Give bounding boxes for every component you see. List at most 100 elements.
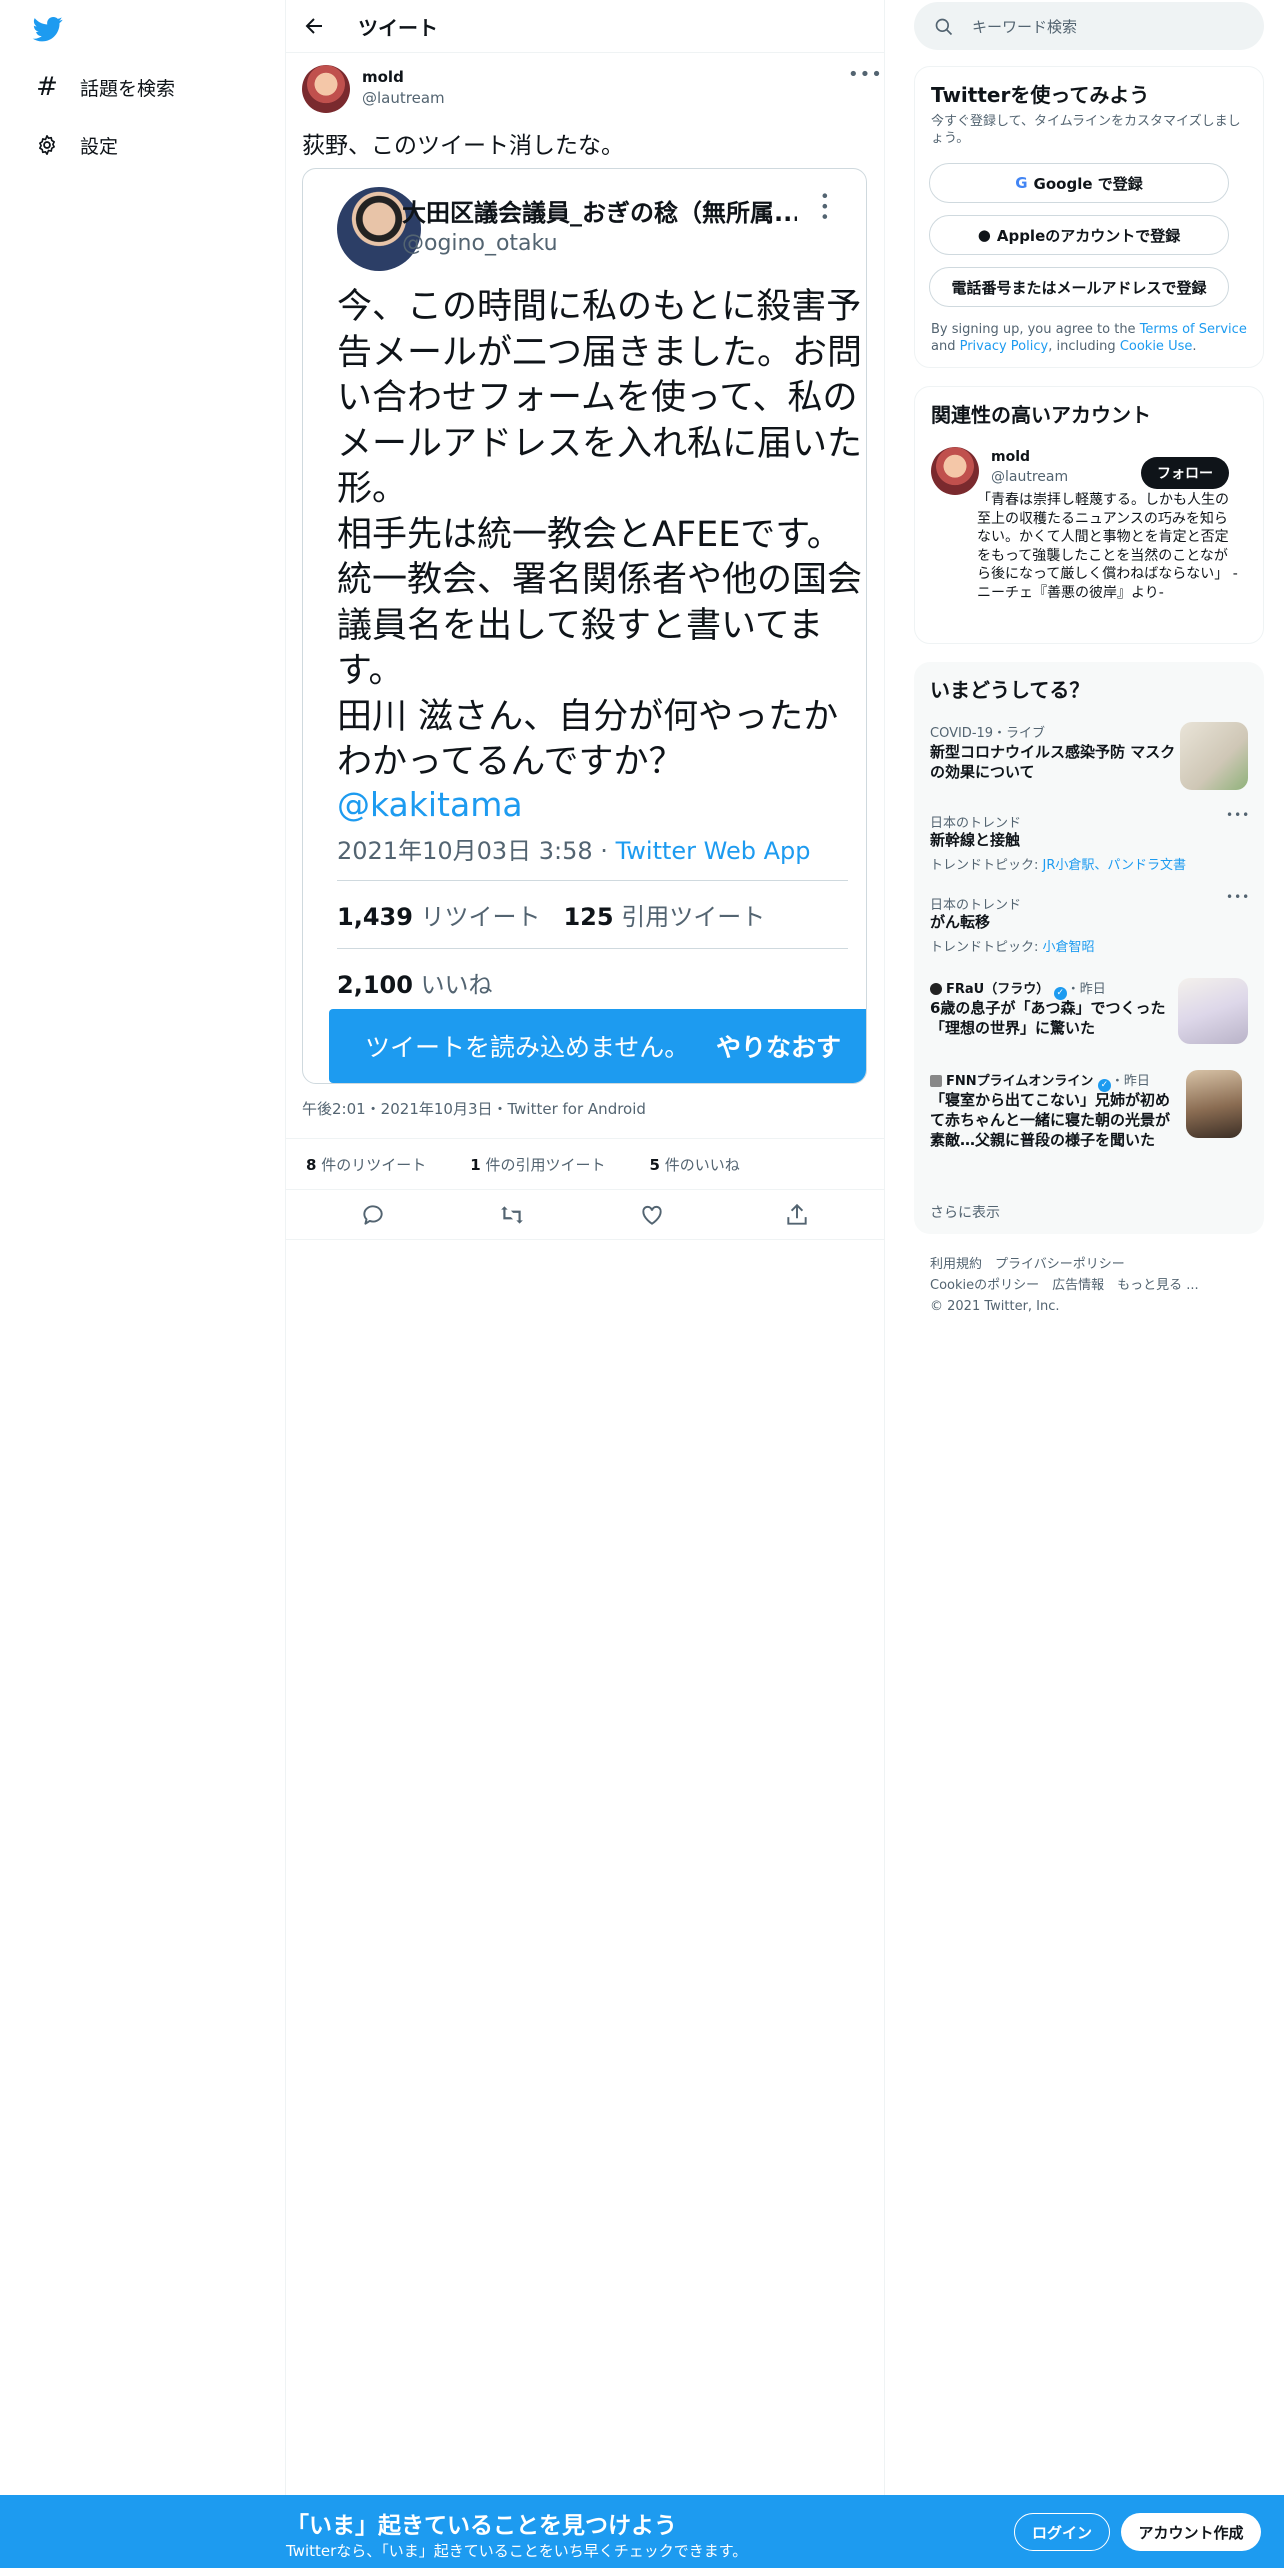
trends-card: いまどうしてる？ COVID-19・ライブ 新型コロナウイルス感染予防 マスクの… <box>914 662 1264 1234</box>
likes-stat[interactable]: 5 件のいいね <box>649 1154 761 1175</box>
terms-text: By signing up, you agree to the Terms of… <box>931 321 1251 355</box>
embedded-tweet[interactable]: 大田区議会議員_おぎの稔（無所属... ••• @ogino_otaku 今、こ… <box>302 168 867 1084</box>
trend-more-icon[interactable]: ••• <box>1226 890 1250 904</box>
quotes-stat[interactable]: 1 件の引用ツイート <box>470 1154 627 1175</box>
share-icon[interactable] <box>784 1202 810 1228</box>
embed-quotes-label: 引用ツイート <box>621 903 766 931</box>
footer-links-row[interactable]: 利用規約 プライバシーポリシー <box>930 1254 1199 1275</box>
embed-more-icon[interactable]: ••• <box>815 191 834 222</box>
quotes-label: 件の引用ツイート <box>485 1155 606 1174</box>
header: ツイート <box>286 0 885 53</box>
embed-likes: 2,100 いいね <box>337 965 493 1000</box>
bottom-bar-subtitle: Twitterなら、「いま」起きていることをいち早くチェックできます。 <box>286 2542 748 2560</box>
signup-card-title: Twitterを使ってみよう <box>931 83 1150 107</box>
hashtag-icon: # <box>36 72 58 102</box>
trend-source: FNNプライムオンライン ✓ ・昨日 <box>930 1070 1150 1092</box>
main-column: ツイート mold @lautream ••• 荻野、このツイート消したな。 大… <box>286 0 885 2568</box>
embed-mention-link[interactable]: @kakitama <box>337 785 523 824</box>
signup-button[interactable]: アカウント作成 <box>1121 2513 1261 2551</box>
terms-and: and <box>931 339 960 354</box>
embed-author-handle[interactable]: @ogino_otaku <box>402 231 558 256</box>
retweets-label: 件のリツイート <box>321 1155 427 1174</box>
trends-title: いまどうしてる？ <box>930 678 1090 702</box>
related-name[interactable]: mold <box>991 449 1030 465</box>
trend-source: FRaU（フラウ） ✓ ・昨日 <box>930 978 1106 1000</box>
trend-time: ・昨日 <box>1066 982 1106 997</box>
more-icon[interactable]: ••• <box>848 64 883 85</box>
embed-stats: 1,439 リツイート 125 引用ツイート <box>337 897 765 932</box>
trend-topics: トレンドトピック: 小倉智昭 <box>930 936 1095 955</box>
likes-count: 5 <box>649 1155 660 1174</box>
embed-body-line: 今、この時間に私のもとに殺害予告メールが二つ届きました。お問い合わせフォームを使… <box>337 287 863 509</box>
terms-end: . <box>1192 339 1197 354</box>
related-handle[interactable]: @lautream <box>991 469 1068 485</box>
login-button[interactable]: ログイン <box>1014 2513 1110 2551</box>
like-icon[interactable] <box>639 1202 665 1228</box>
embed-body-line: 田川 滋さん、自分が何やったかわかってるんですか？ <box>337 696 839 783</box>
embed-likes-count: 2,100 <box>337 971 413 999</box>
cookie-link[interactable]: Cookie Use <box>1120 339 1193 354</box>
trend-topic-link[interactable]: 小倉智昭 <box>1043 940 1095 955</box>
google-signup-button[interactable]: G Google で登録 <box>929 163 1229 203</box>
apple-signup-label: Appleのアカウントで登録 <box>996 226 1181 245</box>
embed-body: 今、この時間に私のもとに殺害予告メールが二つ届きました。お問い合わせフォームを使… <box>337 285 866 786</box>
embed-body-line: 相手先は統一教会とAFEEです。統一教会、署名関係者や他の国会議員名を出して殺す… <box>337 514 863 692</box>
trend-title: 6歳の息子が「あつ森」でつくった「理想の世界」に驚いた <box>930 999 1166 1037</box>
author-name[interactable]: mold <box>362 68 404 86</box>
sidebar-item-label: 話題を検索 <box>80 77 176 100</box>
trend-category: COVID-19・ライブ <box>930 726 1046 741</box>
footer-links-row[interactable]: Cookieのポリシー 広告情報 もっと見る ... <box>930 1275 1199 1296</box>
search-bar[interactable]: キーワード検索 <box>914 2 1264 50</box>
author-handle[interactable]: @lautream <box>362 89 445 107</box>
show-more-link[interactable]: さらに表示 <box>930 1202 1000 1222</box>
related-avatar[interactable] <box>931 447 979 495</box>
embed-likes-label: いいね <box>420 971 493 999</box>
embed-date: 2021年10月03日 3:58 · Twitter Web App <box>337 831 810 866</box>
trend-title: 「寝室から出てこない」兄姉が初めて赤ちゃんと一緒に寝た朝の光景が素敵…父親に普段… <box>930 1091 1171 1149</box>
avatar[interactable] <box>302 65 350 113</box>
retweets-count: 8 <box>306 1155 317 1174</box>
footer: 利用規約 プライバシーポリシー Cookieのポリシー 広告情報 もっと見る .… <box>930 1254 1199 1317</box>
trend-more-icon[interactable]: ••• <box>1226 808 1250 822</box>
terms-link[interactable]: Terms of Service <box>1140 322 1247 337</box>
bottom-bar-title: 「いま」起きていることを見つけよう <box>286 2513 677 2539</box>
divider <box>337 948 848 949</box>
embed-quotes-count: 125 <box>563 903 614 931</box>
related-accounts-card: 関連性の高いアカウント mold @lautream フォロー 「青春は崇拝し軽… <box>914 386 1264 644</box>
privacy-link[interactable]: Privacy Policy <box>960 339 1049 354</box>
phone-signup-button[interactable]: 電話番号またはメールアドレスで登録 <box>929 267 1229 307</box>
embed-retweets-label: リツイート <box>420 903 541 931</box>
tweet-text: 荻野、このツイート消したな。 <box>302 133 624 159</box>
apple-signup-button[interactable]: ● Appleのアカウントで登録 <box>929 215 1229 255</box>
reply-icon[interactable] <box>360 1202 386 1228</box>
phone-signup-label: 電話番号またはメールアドレスで登録 <box>951 278 1207 297</box>
related-bio: 「青春は崇拝し軽蔑する。しかも人生の至上の収穫たるニュアンスの巧みを知らない。か… <box>977 492 1238 601</box>
trend-topic-link[interactable]: JR小倉駅、パンドラ文書 <box>1043 858 1187 873</box>
embed-date-text: 2021年10月03日 3:58 · <box>337 837 616 865</box>
source-logo-icon <box>930 983 942 995</box>
divider <box>337 880 848 881</box>
tweet-meta: 午後2:01・2021年10月3日・Twitter for Android <box>302 1100 646 1118</box>
trend-title: がん転移 <box>930 913 991 931</box>
follow-button[interactable]: フォロー <box>1141 457 1229 489</box>
trend-category: 日本のトレンド <box>930 816 1022 831</box>
signup-card-subtitle: 今すぐ登録して、タイムラインをカスタマイズしましょう。 <box>931 114 1241 146</box>
sidebar-item-explore[interactable]: # 話題を検索 <box>34 67 175 107</box>
tweet-actions <box>286 1190 885 1240</box>
embed-error-text: ツイートを読み込めません。 <box>365 1033 690 1062</box>
retweets-stat[interactable]: 8 件のリツイート <box>306 1154 448 1175</box>
search-icon <box>935 18 953 36</box>
search-input[interactable]: キーワード検索 <box>972 16 1077 37</box>
embed-source-link[interactable]: Twitter Web App <box>616 837 811 865</box>
terms-mid: , including <box>1048 339 1120 354</box>
embed-author-name[interactable]: 大田区議会議員_おぎの稔（無所属... <box>402 193 797 228</box>
twitter-logo-icon[interactable] <box>32 14 64 44</box>
retweet-icon[interactable] <box>499 1202 525 1228</box>
bottom-signup-bar: 「いま」起きていることを見つけよう Twitterなら、「いま」起きていることを… <box>0 2495 1284 2568</box>
retry-button[interactable]: やりなおす <box>716 1028 841 1064</box>
related-title: 関連性の高いアカウント <box>931 403 1151 427</box>
sidebar-item-settings[interactable]: 設定 <box>34 125 118 165</box>
back-arrow-icon[interactable] <box>302 14 326 38</box>
embed-retweets-count: 1,439 <box>337 903 413 931</box>
trend-source-name: FNNプライムオンライン <box>946 1074 1094 1089</box>
